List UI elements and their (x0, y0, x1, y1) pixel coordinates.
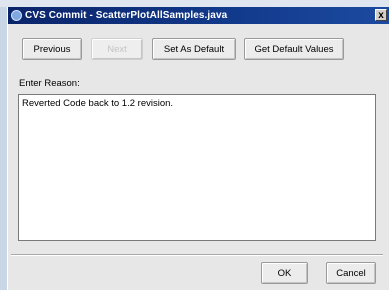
ok-button[interactable]: OK (261, 262, 308, 284)
background-window-strip (0, 0, 389, 7)
close-button[interactable]: x (375, 9, 387, 21)
window-title: CVS Commit - ScatterPlotAllSamples.java (25, 10, 228, 21)
reason-label: Enter Reason: (19, 78, 80, 89)
reason-text: Reverted Code back to 1.2 revision. (22, 98, 174, 109)
cvs-app-icon (11, 10, 22, 21)
footer-separator (11, 254, 383, 256)
next-button[interactable]: Next (91, 38, 143, 60)
set-as-default-button[interactable]: Set As Default (152, 38, 236, 60)
title-bar[interactable]: CVS Commit - ScatterPlotAllSamples.java … (8, 7, 389, 24)
reason-textarea[interactable]: Reverted Code back to 1.2 revision. (18, 94, 376, 241)
cancel-button[interactable]: Cancel (326, 262, 376, 284)
previous-button[interactable]: Previous (22, 38, 82, 60)
get-default-values-button[interactable]: Get Default Values (244, 38, 344, 60)
cvs-commit-dialog: CVS Commit - ScatterPlotAllSamples.java … (7, 7, 389, 290)
